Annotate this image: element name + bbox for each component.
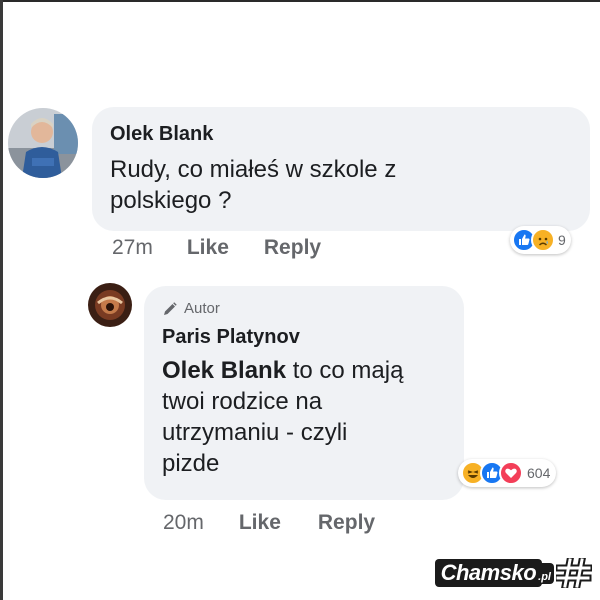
comment-text-line: Olek Blank to co mają [162, 355, 403, 386]
top-border [0, 0, 600, 2]
comment-text-line: polskiego ? [110, 187, 232, 214]
like-button[interactable]: Like [239, 511, 281, 535]
comment-author[interactable]: Paris Platynov [162, 326, 300, 349]
reply-button[interactable]: Reply [264, 236, 321, 260]
comment-timestamp[interactable]: 27m [112, 236, 153, 260]
comment-text-line: utrzymaniu - czyli [162, 419, 348, 446]
avatar-photo-icon [88, 283, 132, 327]
comment-author[interactable]: Olek Blank [110, 123, 213, 146]
avatar-paris-platynov[interactable] [88, 283, 132, 327]
pencil-icon [164, 301, 177, 315]
comment-timestamp[interactable]: 20m [163, 511, 204, 535]
reaction-count: 604 [527, 465, 551, 481]
watermark-text: Chamsko [434, 559, 543, 587]
reply-button[interactable]: Reply [318, 511, 375, 535]
avatar-photo-icon [8, 108, 78, 178]
love-icon [499, 461, 523, 485]
comment-text: Olek Blank to co mają twoi rodzice na ut… [162, 355, 403, 479]
reaction-summary-2[interactable]: 604 [458, 459, 557, 487]
comment-text: Rudy, co miałeś w szkole z polskiego ? [110, 154, 396, 216]
left-border [0, 0, 3, 600]
comment-text-line: twoi rodzice na [162, 388, 323, 415]
reaction-count: 9 [558, 232, 566, 248]
comment-actions-1: 27m Like Reply [112, 236, 321, 260]
watermark-logo: Chamsko .pl [434, 558, 592, 588]
author-badge-label: Autor [184, 300, 220, 317]
like-button[interactable]: Like [187, 236, 229, 260]
comment-bubble-2: Autor Paris Platynov Olek Blank to co ma… [144, 286, 464, 500]
avatar-olek-blank[interactable] [8, 108, 78, 178]
watermark-suffix: .pl [538, 562, 554, 584]
mention-link[interactable]: Olek Blank [162, 357, 286, 384]
comment-bubble-1: Olek Blank Rudy, co miałeś w szkole z po… [92, 107, 590, 231]
comment-actions-2: 20m Like Reply [163, 511, 375, 535]
comment-text-fragment: to co mają [286, 357, 404, 384]
author-badge: Autor [162, 300, 220, 317]
comment-text-line: Rudy, co miałeś w szkole z [110, 156, 397, 183]
hashtag-logo-icon [556, 558, 592, 588]
sad-icon [531, 228, 555, 252]
comment-text-line: pizde [162, 450, 220, 477]
reaction-summary-1[interactable]: 9 [510, 226, 571, 254]
